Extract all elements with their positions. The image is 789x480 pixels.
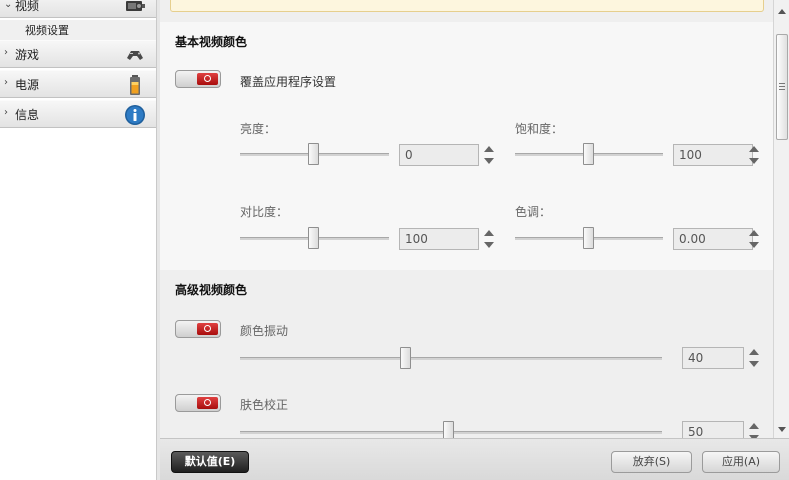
section-title: 高级视频颜色: [175, 283, 248, 297]
section-title: 基本视频颜色: [175, 35, 248, 49]
vibrance-slider-thumb[interactable]: [400, 347, 411, 369]
grip-icon: [779, 83, 785, 84]
spin-up-icon[interactable]: [749, 230, 759, 236]
spin-down-icon[interactable]: [749, 361, 759, 367]
override-label: 覆盖应用程序设置: [240, 75, 337, 89]
notification-banner: [170, 0, 764, 12]
scroll-up-icon[interactable]: [778, 9, 786, 14]
footer-bar: 默认值(E) 放弃(S) 应用(A): [160, 438, 789, 480]
contrast-label: 对比度：: [240, 205, 289, 219]
sidebar-item-label: 电源: [15, 78, 40, 92]
vibrance-input[interactable]: 40: [682, 347, 744, 369]
skin-tone-toggle[interactable]: [175, 394, 221, 412]
override-app-settings-toggle[interactable]: [175, 70, 221, 88]
advanced-video-color-section: 高级视频颜色 颜色振动 40 肤色校正 50: [160, 270, 773, 438]
spin-up-icon[interactable]: [749, 146, 759, 152]
sidebar-item-label: 游戏: [15, 48, 40, 62]
discard-button[interactable]: 放弃(S): [611, 451, 692, 473]
video-settings-panel: 基本视频颜色 覆盖应用程序设置 亮度： 0 饱和度： 100 对比度： 100 …: [160, 0, 773, 438]
hue-input[interactable]: 0.00: [673, 228, 753, 250]
vibrance-spinner[interactable]: [748, 348, 760, 368]
brightness-spinner[interactable]: [483, 145, 495, 165]
brightness-input[interactable]: 0: [399, 144, 479, 166]
skin-tone-spinner[interactable]: [748, 422, 760, 438]
spin-down-icon[interactable]: [484, 158, 494, 164]
chevron-right-icon: ›: [4, 107, 8, 118]
sidebar-item-power[interactable]: › 电源: [0, 70, 156, 98]
contrast-slider-thumb[interactable]: [308, 227, 319, 249]
toggle-knob: [197, 323, 218, 335]
battery-icon: [130, 75, 140, 95]
basic-video-color-section: 基本视频颜色 覆盖应用程序设置 亮度： 0 饱和度： 100 对比度： 100 …: [160, 22, 773, 270]
brightness-label: 亮度：: [240, 122, 277, 136]
vibrance-toggle[interactable]: [175, 320, 221, 338]
sidebar-item-video[interactable]: ⌄ 视频: [0, 0, 156, 18]
apply-button[interactable]: 应用(A): [702, 451, 780, 473]
skin-tone-input[interactable]: 50: [682, 421, 744, 438]
toggle-knob: [197, 397, 218, 409]
spin-down-icon[interactable]: [749, 242, 759, 248]
spin-up-icon[interactable]: [749, 423, 759, 429]
saturation-spinner[interactable]: [748, 145, 760, 165]
toggle-knob: [197, 73, 218, 85]
sidebar: ⌄ 视频 视频设置 › 游戏 › 电源 › 信息: [0, 0, 157, 480]
contrast-input[interactable]: 100: [399, 228, 479, 250]
skin-tone-label: 肤色校正: [240, 398, 289, 412]
skin-tone-slider-thumb[interactable]: [443, 421, 454, 438]
gamepad-icon: [127, 51, 143, 60]
sidebar-item-label: 信息: [15, 108, 40, 122]
contrast-spinner[interactable]: [483, 229, 495, 249]
sidebar-item-info[interactable]: › 信息: [0, 100, 156, 128]
vertical-scrollbar[interactable]: [773, 0, 789, 438]
saturation-input[interactable]: 100: [673, 144, 753, 166]
hue-slider-thumb[interactable]: [583, 227, 594, 249]
defaults-button[interactable]: 默认值(E): [171, 451, 249, 473]
scroll-down-icon[interactable]: [778, 427, 786, 432]
video-card-icon: [126, 1, 145, 11]
hue-spinner[interactable]: [748, 229, 760, 249]
brightness-slider-thumb[interactable]: [308, 143, 319, 165]
chevron-right-icon: ›: [4, 47, 8, 58]
chevron-right-icon: ›: [4, 77, 8, 88]
saturation-slider-thumb[interactable]: [583, 143, 594, 165]
sidebar-subitem-video-settings[interactable]: 视频设置: [0, 20, 156, 40]
spin-down-icon[interactable]: [749, 158, 759, 164]
sidebar-subitem-label: 视频设置: [25, 24, 69, 37]
sidebar-item-games[interactable]: › 游戏: [0, 40, 156, 68]
info-icon: [125, 105, 145, 125]
spin-down-icon[interactable]: [484, 242, 494, 248]
saturation-label: 饱和度：: [515, 122, 564, 136]
vibrance-slider[interactable]: [240, 357, 662, 360]
spin-up-icon[interactable]: [484, 146, 494, 152]
hue-label: 色调：: [515, 205, 552, 219]
spin-up-icon[interactable]: [484, 230, 494, 236]
vibrance-label: 颜色振动: [240, 324, 289, 338]
sidebar-item-label: 视频: [15, 0, 40, 13]
spin-up-icon[interactable]: [749, 349, 759, 355]
scrollbar-thumb[interactable]: [776, 34, 788, 140]
chevron-down-icon: ⌄: [4, 0, 13, 10]
